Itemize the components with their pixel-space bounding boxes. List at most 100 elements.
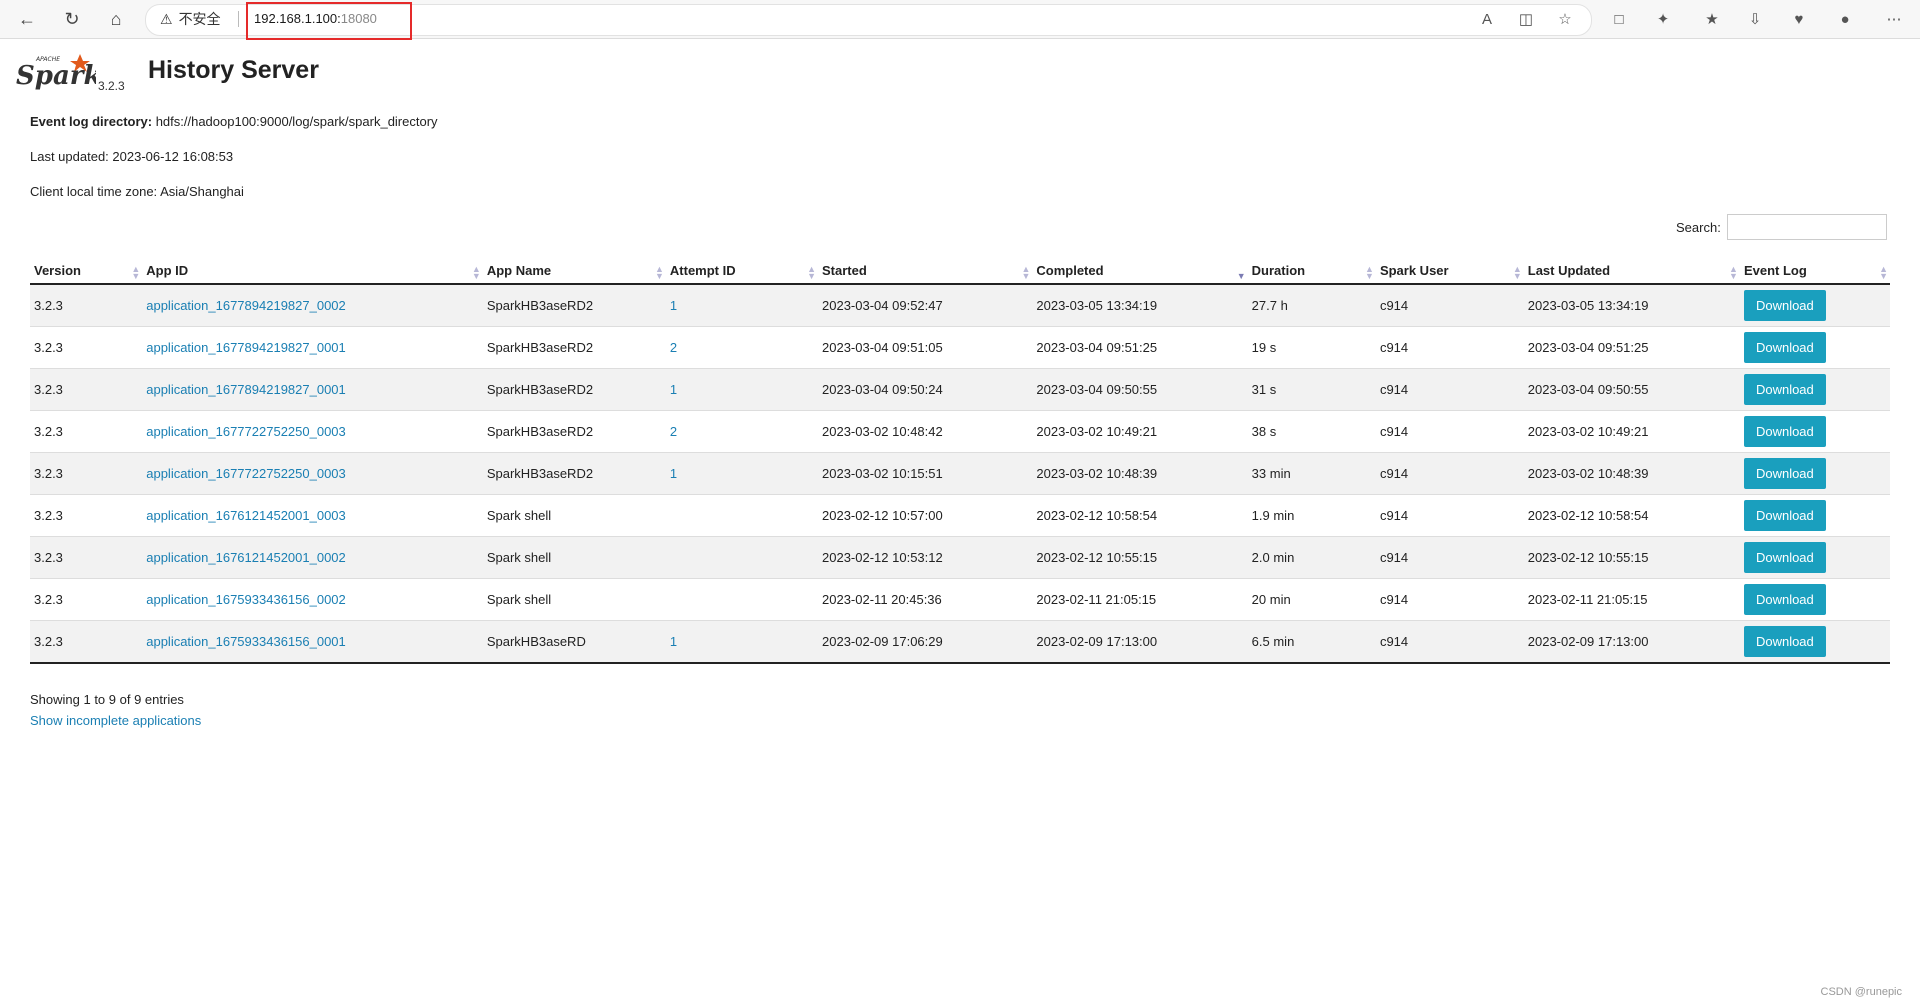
cell-text: 2023-03-02 10:49:21 (1527, 424, 1649, 439)
download-button[interactable]: Download (1743, 458, 1826, 489)
home-icon[interactable]: ⌂ (102, 5, 130, 33)
browser-toolbar: ← ↻ ⌂ ⚠ 不安全 192.168.1.100:18080 A ◫ ☆ □ … (0, 0, 1920, 40)
download-button[interactable]: Download (1743, 332, 1826, 363)
back-icon[interactable]: ← (13, 5, 41, 33)
cell-text: 2023-02-12 10:58:54 (1527, 508, 1649, 523)
table-row: 3.2.3 application_1677722752250_0003 Spark… (30, 452, 1890, 495)
cell-last-updated: 2023-02-09 17:13:00 (1523, 620, 1740, 664)
read-aloud-icon[interactable]: A (1476, 8, 1498, 30)
refresh-icon[interactable]: ↻ (58, 5, 86, 33)
cell-text: SparkHB3aseRD2 (486, 298, 594, 313)
app-id-link[interactable]: application_1676121452001_0002 (146, 550, 346, 565)
profile-avatar-icon[interactable]: ● (1834, 8, 1856, 30)
column-header-event-log[interactable]: Event Log ▲ ▼ (1739, 257, 1890, 285)
column-header-version[interactable]: Version ▲ ▼ (30, 257, 143, 285)
split-screen-icon[interactable]: ◫ (1515, 8, 1537, 30)
logo-text: Spark (16, 61, 96, 91)
download-button[interactable]: Download (1743, 626, 1826, 657)
cell-text: 38 s (1251, 424, 1277, 439)
download-button[interactable]: Download (1743, 542, 1826, 573)
cell-text: 2023-03-02 10:48:39 (1527, 466, 1649, 481)
app-id-link[interactable]: application_1676121452001_0003 (146, 508, 346, 523)
cell-last-updated: 2023-02-11 21:05:15 (1523, 578, 1740, 621)
column-header-app-name[interactable]: App Name ▲ ▼ (482, 257, 666, 285)
cell-started: 2023-03-04 09:52:47 (818, 284, 1033, 327)
app-id-link[interactable]: application_1677722752250_0003 (146, 466, 346, 481)
cell-text: 3.2.3 (34, 298, 63, 313)
app-id-link[interactable]: application_1677894219827_0001 (146, 340, 346, 355)
cell-text: SparkHB3aseRD2 (486, 424, 594, 439)
attempt-id-link[interactable]: 1 (670, 382, 677, 397)
app-id-link[interactable]: application_1675933436156_0002 (146, 592, 346, 607)
cell-app-id: application_1676121452001_0002 (142, 536, 483, 579)
cell-app-name: SparkHB3aseRD2 (482, 452, 666, 495)
cell-completed: 2023-02-09 17:13:00 (1032, 620, 1248, 664)
url-text[interactable]: 192.168.1.100:18080 (254, 11, 377, 26)
cell-spark-user: c914 (1375, 326, 1524, 369)
cell-duration: 19 s (1247, 326, 1376, 369)
cell-completed: 2023-02-11 21:05:15 (1032, 578, 1248, 621)
download-button[interactable]: Download (1743, 584, 1826, 615)
column-header-app-id[interactable]: App ID ▲ ▼ (142, 257, 483, 285)
more-menu-icon[interactable]: ⋯ (1883, 8, 1905, 30)
app-id-link[interactable]: application_1675933436156_0001 (146, 634, 346, 649)
download-button[interactable]: Download (1743, 500, 1826, 531)
attempt-id-link[interactable]: 2 (670, 424, 677, 439)
extension-box-icon[interactable]: □ (1608, 8, 1630, 30)
column-header-attempt-id[interactable]: Attempt ID ▲ ▼ (665, 257, 819, 285)
app-id-link[interactable]: application_1677722752250_0003 (146, 424, 346, 439)
cell-last-updated: 2023-03-04 09:51:25 (1523, 326, 1740, 369)
cell-app-id: application_1677894219827_0001 (142, 368, 483, 411)
cell-text: 33 min (1251, 466, 1291, 481)
favorite-star-icon[interactable]: ☆ (1554, 8, 1576, 30)
cell-text: Spark shell (486, 550, 552, 565)
search-input[interactable] (1726, 214, 1887, 240)
sort-icon: ▲ ▼ (1512, 264, 1522, 281)
column-header-spark-user[interactable]: Spark User ▲ ▼ (1375, 257, 1524, 285)
table-row: 3.2.3 application_1677894219827_0002 Spark… (30, 284, 1890, 327)
cell-event-log: Download (1739, 410, 1890, 453)
cell-text: 2023-02-09 17:13:00 (1036, 634, 1158, 649)
cell-version: 3.2.3 (30, 536, 143, 579)
cell-text: 2023-02-12 10:58:54 (1036, 508, 1158, 523)
column-header-started[interactable]: Started ▲ ▼ (818, 257, 1033, 285)
cell-text: 2023-03-04 09:50:55 (1527, 382, 1649, 397)
cell-spark-user: c914 (1375, 578, 1524, 621)
cell-text: 2023-03-02 10:48:39 (1036, 466, 1158, 481)
extensions-icon[interactable]: ✦ (1652, 8, 1674, 30)
show-incomplete-link[interactable]: Show incomplete applications (30, 713, 201, 728)
security-warning[interactable]: ⚠ 不安全 (160, 8, 221, 30)
attempt-id-link[interactable]: 1 (670, 298, 677, 313)
download-icon[interactable]: ⇩ (1744, 8, 1766, 30)
table-row: 3.2.3 application_1677722752250_0003 Spark… (30, 410, 1890, 453)
cell-app-name: SparkHB3aseRD2 (482, 284, 666, 327)
table-row: 3.2.3 application_1675933436156_0001 Spark… (30, 620, 1890, 664)
column-header-last-updated[interactable]: Last Updated ▲ ▼ (1523, 257, 1740, 285)
cell-event-log: Download (1739, 536, 1890, 579)
sort-desc-icon: ▼ (1236, 271, 1246, 281)
attempt-id-link[interactable]: 1 (670, 466, 677, 481)
attempt-id-link[interactable]: 2 (670, 340, 677, 355)
cell-version: 3.2.3 (30, 578, 143, 621)
cell-attempt-id: 1 (665, 620, 819, 664)
address-separator (238, 11, 239, 27)
cell-app-name: Spark shell (482, 494, 666, 537)
app-id-link[interactable]: application_1677894219827_0002 (146, 298, 346, 313)
download-button[interactable]: Download (1743, 290, 1826, 321)
app-id-link[interactable]: application_1677894219827_0001 (146, 382, 346, 397)
favorites-icon[interactable]: ★ (1701, 8, 1723, 30)
download-button[interactable]: Download (1743, 416, 1826, 447)
column-header-duration[interactable]: Duration ▲ ▼ (1247, 257, 1376, 285)
cell-version: 3.2.3 (30, 620, 143, 664)
browser-essentials-icon[interactable]: ♥ (1788, 8, 1810, 30)
cell-spark-user: c914 (1375, 494, 1524, 537)
column-header-completed[interactable]: Completed ▼ (1032, 257, 1248, 285)
cell-text: 2023-02-09 17:06:29 (822, 634, 943, 649)
cell-attempt-id: 1 (665, 452, 819, 495)
cell-text: c914 (1379, 550, 1409, 565)
cell-text: 6.5 min (1251, 634, 1295, 649)
download-button[interactable]: Download (1743, 374, 1826, 405)
attempt-id-link[interactable]: 1 (670, 634, 677, 649)
cell-last-updated: 2023-03-05 13:34:19 (1523, 284, 1740, 327)
cell-event-log: Download (1739, 368, 1890, 411)
